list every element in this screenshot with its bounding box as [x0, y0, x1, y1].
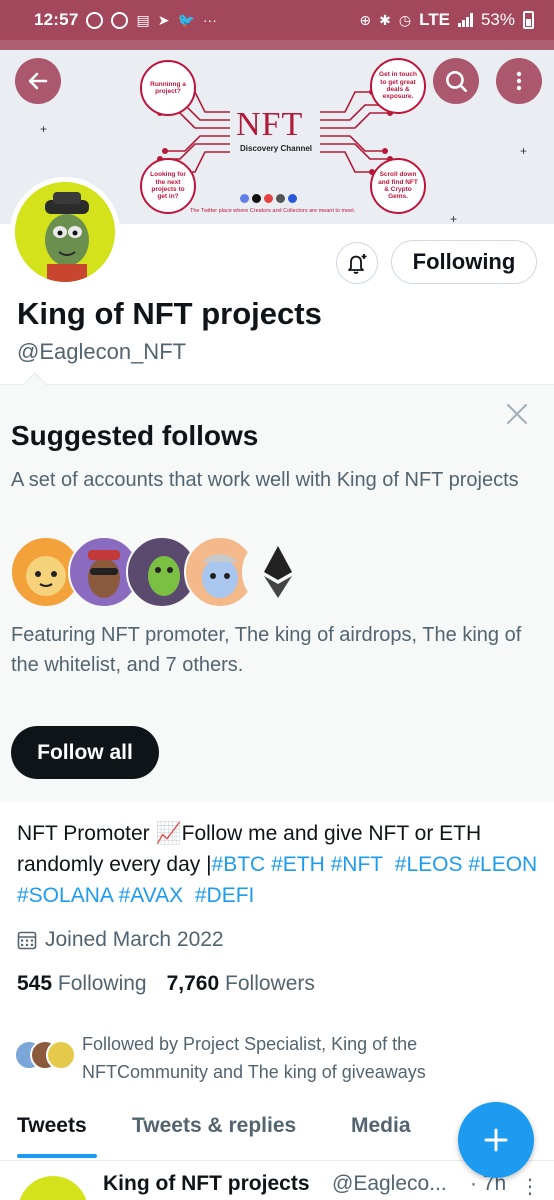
banner-bubble-2: Get in touch to get great deals & exposu… [370, 58, 426, 114]
sparkle-icon-2: + [520, 144, 528, 158]
tweet-author-handle: @Eagleco... [332, 1172, 447, 1195]
hashtag-solana[interactable]: #SOLANA [17, 884, 113, 907]
send-icon: ➤ [157, 12, 170, 28]
twitter-bird-icon: 🐦 [177, 12, 195, 28]
following-button[interactable]: Following [391, 240, 537, 284]
bell-plus-icon [348, 254, 367, 274]
more-options-button[interactable] [496, 58, 542, 104]
battery-percent: 53% [480, 10, 515, 29]
hashtag-leos[interactable]: #LEOS [395, 853, 463, 876]
banner-bubble-1: Runninng a project? [140, 60, 196, 116]
banner-bubble-4: Scroll down and find NFT & Crypto Gems. [370, 158, 426, 214]
sparkle-icon-3: + [450, 212, 458, 224]
search-icon [446, 71, 468, 93]
chart-emoji: 📈 [155, 822, 182, 845]
suggested-avatar-ethereum [242, 536, 314, 608]
ape-nft-avatar [15, 182, 115, 282]
profile-avatar[interactable] [10, 177, 120, 287]
suggested-follows-featuring: Featuring NFT promoter, The king of aird… [11, 624, 522, 676]
calendar-icon [17, 931, 37, 950]
joined-date-text: Joined March 2022 [45, 928, 224, 951]
avax-logo-icon [264, 194, 273, 203]
bio-text-1: NFT Promoter [17, 822, 156, 845]
banner-title: NFT [236, 106, 304, 143]
hashtag-avax[interactable]: #AVAX [119, 884, 184, 907]
back-button[interactable] [15, 58, 61, 104]
crypto-logos [240, 194, 297, 203]
tab-tweets[interactable]: Tweets [17, 1114, 87, 1138]
following-label: Following [57, 972, 147, 995]
follow-stats: 545 Following 7,760 Followers [17, 972, 315, 996]
followers-count: 7,760 [166, 972, 220, 995]
suggested-avatars[interactable] [10, 536, 314, 608]
sparkle-icon: + [40, 122, 48, 136]
followed-by-text[interactable]: Followed by Project Specialist, King of … [82, 1030, 542, 1086]
search-button[interactable] [433, 58, 479, 104]
profile-handle: @Eaglecon_NFT [17, 339, 187, 364]
notification-icon [111, 11, 129, 29]
hashtag-nft[interactable]: #NFT [331, 853, 384, 876]
alarm-icon: ◷ [398, 12, 412, 28]
tab-media[interactable]: Media [351, 1114, 411, 1138]
follow-all-button[interactable]: Follow all [11, 726, 159, 779]
banner-caption: The Twitter place where Creators and Col… [190, 208, 356, 214]
joined-date-row: Joined March 2022 [17, 926, 224, 954]
dismiss-close-icon[interactable] [505, 402, 529, 426]
news-icon: ▤ [136, 12, 150, 28]
status-time: 12:57 [34, 10, 79, 29]
followers-stat[interactable]: 7,760 Followers [167, 972, 315, 996]
suggested-follows-title: Suggested follows [11, 420, 259, 451]
spotify-icon [86, 11, 104, 29]
active-tab-indicator [17, 1154, 97, 1158]
data-saver-icon: ⊕ [359, 12, 372, 28]
tweet-author-name[interactable]: King of NFT projects [103, 1172, 310, 1196]
following-count: 545 [17, 972, 53, 995]
status-bar: 12:57 ▤ ➤ 🐦 ··· ⊕ ✱ ◷ LTE 53% [0, 0, 554, 40]
hashtag-leon[interactable]: #LEON [468, 853, 537, 876]
banner-subtitle: Discovery Channel [240, 144, 313, 153]
followed-by-avatars [14, 1040, 78, 1070]
more-vertical-icon [516, 71, 522, 91]
battery-icon [523, 11, 534, 29]
notifications-bell-button[interactable] [336, 242, 378, 284]
banner-bubble-3: Looking for the next projects to get in? [140, 158, 196, 214]
bluetooth-icon: ✱ [379, 12, 391, 28]
ethereum-logo-icon [264, 546, 292, 598]
suggested-follows-description: A set of accounts that work well with Ki… [11, 469, 519, 491]
followed-by-avatar-3 [46, 1040, 76, 1070]
profile-bio: NFT Promoter 📈Follow me and give NFT or … [17, 818, 542, 911]
hashtag-defi[interactable]: #DEFI [195, 884, 255, 907]
hashtag-eth[interactable]: #ETH [271, 853, 325, 876]
avatar-image [15, 182, 115, 282]
following-stat[interactable]: 545 Following [17, 972, 147, 996]
compose-tweet-button[interactable] [458, 1102, 534, 1178]
profile-name: King of NFT projects [17, 296, 322, 331]
signal-icon [457, 13, 473, 27]
tweet-avatar[interactable] [18, 1176, 88, 1200]
followers-label: Followers [225, 972, 315, 995]
back-arrow-icon [28, 72, 48, 90]
tab-tweets-replies[interactable]: Tweets & replies [132, 1114, 296, 1138]
plus-icon [484, 1128, 508, 1152]
coin-logo-icon [252, 194, 261, 203]
more-notifications-icon: ··· [202, 12, 217, 28]
hashtag-btc[interactable]: #BTC [212, 853, 266, 876]
tweet-more-icon[interactable]: ⋮ [520, 1174, 540, 1199]
eth-logo-icon [240, 194, 249, 203]
link-logo-icon [288, 194, 297, 203]
coin-logo-icon-2 [276, 194, 285, 203]
network-type: LTE [419, 10, 450, 29]
